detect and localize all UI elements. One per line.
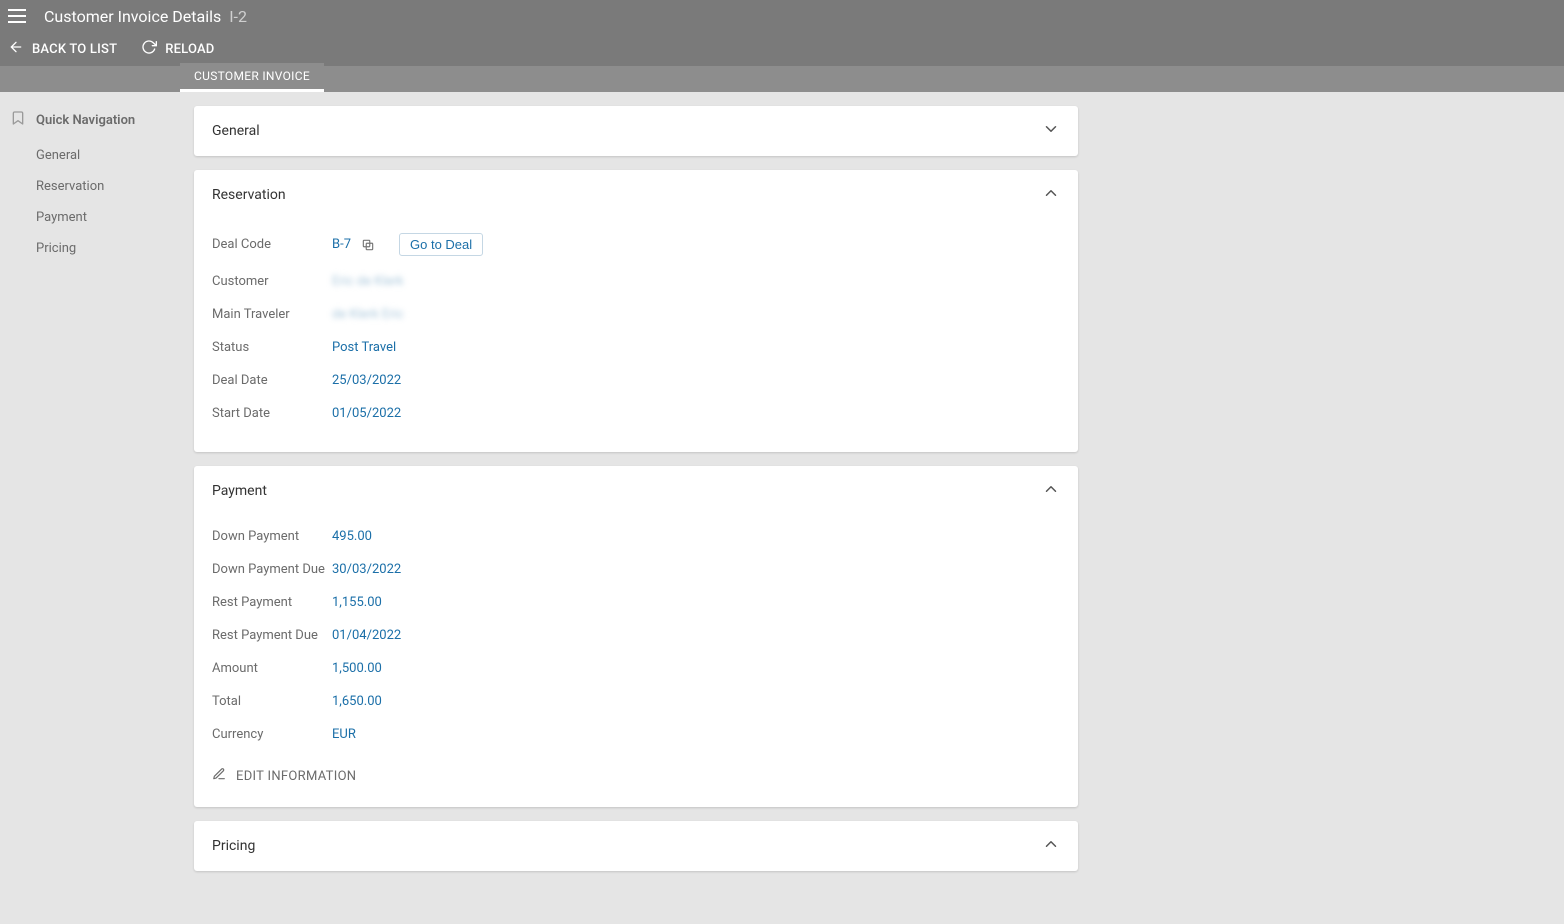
value-down-payment-due: 30/03/2022 xyxy=(332,562,401,577)
row-rest-payment: Rest Payment 1,155.00 xyxy=(212,586,1060,619)
value-currency: EUR xyxy=(332,727,356,742)
label-customer: Customer xyxy=(212,274,332,289)
quick-navigation-sidebar: Quick Navigation General Reservation Pay… xyxy=(0,92,180,885)
label-total: Total xyxy=(212,694,332,709)
label-rest-payment: Rest Payment xyxy=(212,595,332,610)
row-customer: Customer Eric de Klerk xyxy=(212,265,1060,298)
chevron-up-icon xyxy=(1042,184,1060,206)
card-payment-title: Payment xyxy=(212,483,267,499)
row-deal-date: Deal Date 25/03/2022 xyxy=(212,364,1060,397)
card-reservation-title: Reservation xyxy=(212,187,286,203)
sidebar-item-label: Pricing xyxy=(36,241,76,256)
row-currency: Currency EUR xyxy=(212,718,1060,751)
row-total: Total 1,650.00 xyxy=(212,685,1060,718)
pencil-icon xyxy=(212,767,226,785)
value-customer[interactable]: Eric de Klerk xyxy=(332,274,404,289)
tab-customer-invoice-label: CUSTOMER INVOICE xyxy=(194,69,310,83)
reload-label: RELOAD xyxy=(165,42,214,57)
quick-navigation-header: Quick Navigation xyxy=(0,106,180,140)
label-rest-payment-due: Rest Payment Due xyxy=(212,628,332,643)
value-rest-payment: 1,155.00 xyxy=(332,595,382,610)
label-down-payment-due: Down Payment Due xyxy=(212,562,332,577)
go-to-deal-label: Go to Deal xyxy=(410,237,472,252)
back-to-list-label: BACK TO LIST xyxy=(32,42,117,57)
back-to-list-button[interactable]: BACK TO LIST xyxy=(8,39,117,59)
chevron-up-icon xyxy=(1042,835,1060,857)
card-reservation: Reservation Deal Code B-7 Go to Deal xyxy=(194,170,1078,452)
card-general: General xyxy=(194,106,1078,156)
sidebar-item-general[interactable]: General xyxy=(0,140,180,171)
value-total: 1,650.00 xyxy=(332,694,382,709)
label-main-traveler: Main Traveler xyxy=(212,307,332,322)
label-amount: Amount xyxy=(212,661,332,676)
edit-information-label: EDIT INFORMATION xyxy=(236,769,356,784)
card-payment: Payment Down Payment 495.00 Down Payment… xyxy=(194,466,1078,807)
card-general-title: General xyxy=(212,123,260,139)
hamburger-menu-icon[interactable] xyxy=(8,4,32,28)
sidebar-item-label: Reservation xyxy=(36,179,104,194)
label-deal-code: Deal Code xyxy=(212,237,332,252)
sidebar-item-label: Payment xyxy=(36,210,87,225)
sidebar-item-label: General xyxy=(36,148,80,163)
row-down-payment: Down Payment 495.00 xyxy=(212,520,1060,553)
row-rest-payment-due: Rest Payment Due 01/04/2022 xyxy=(212,619,1060,652)
label-down-payment: Down Payment xyxy=(212,529,332,544)
bookmark-icon xyxy=(10,110,26,130)
go-to-deal-button[interactable]: Go to Deal xyxy=(399,233,483,256)
card-pricing-title: Pricing xyxy=(212,838,255,854)
value-start-date: 01/05/2022 xyxy=(332,406,401,421)
sidebar-item-pricing[interactable]: Pricing xyxy=(0,233,180,264)
arrow-left-icon xyxy=(8,39,24,59)
label-status: Status xyxy=(212,340,332,355)
chevron-up-icon xyxy=(1042,480,1060,502)
page-title: Customer Invoice Details I-2 xyxy=(44,7,247,26)
value-status[interactable]: Post Travel xyxy=(332,340,396,355)
row-status: Status Post Travel xyxy=(212,331,1060,364)
label-start-date: Start Date xyxy=(212,406,332,421)
value-deal-code[interactable]: B-7 xyxy=(332,237,351,252)
quick-navigation-label: Quick Navigation xyxy=(36,113,135,128)
sidebar-item-payment[interactable]: Payment xyxy=(0,202,180,233)
row-deal-code: Deal Code B-7 Go to Deal xyxy=(212,224,1060,265)
card-payment-header[interactable]: Payment xyxy=(194,466,1078,516)
sidebar-item-reservation[interactable]: Reservation xyxy=(0,171,180,202)
label-deal-date: Deal Date xyxy=(212,373,332,388)
reload-button[interactable]: RELOAD xyxy=(141,39,214,59)
card-pricing: Pricing xyxy=(194,821,1078,871)
value-amount: 1,500.00 xyxy=(332,661,382,676)
tab-customer-invoice[interactable]: CUSTOMER INVOICE xyxy=(180,63,324,92)
value-deal-date: 25/03/2022 xyxy=(332,373,401,388)
row-down-payment-due: Down Payment Due 30/03/2022 xyxy=(212,553,1060,586)
card-reservation-header[interactable]: Reservation xyxy=(194,170,1078,220)
value-down-payment: 495.00 xyxy=(332,529,372,544)
card-pricing-header[interactable]: Pricing xyxy=(194,821,1078,871)
row-main-traveler: Main Traveler de Klerk Eric xyxy=(212,298,1060,331)
card-general-header[interactable]: General xyxy=(194,106,1078,156)
row-start-date: Start Date 01/05/2022 xyxy=(212,397,1060,430)
reload-icon xyxy=(141,39,157,59)
label-currency: Currency xyxy=(212,727,332,742)
page-title-text: Customer Invoice Details xyxy=(44,7,221,26)
copy-icon[interactable] xyxy=(361,238,375,252)
page-title-suffix: I-2 xyxy=(229,7,247,26)
value-main-traveler[interactable]: de Klerk Eric xyxy=(332,307,404,322)
edit-information-button[interactable]: EDIT INFORMATION xyxy=(212,751,1060,785)
value-rest-payment-due: 01/04/2022 xyxy=(332,628,401,643)
row-amount: Amount 1,500.00 xyxy=(212,652,1060,685)
chevron-down-icon xyxy=(1042,120,1060,142)
